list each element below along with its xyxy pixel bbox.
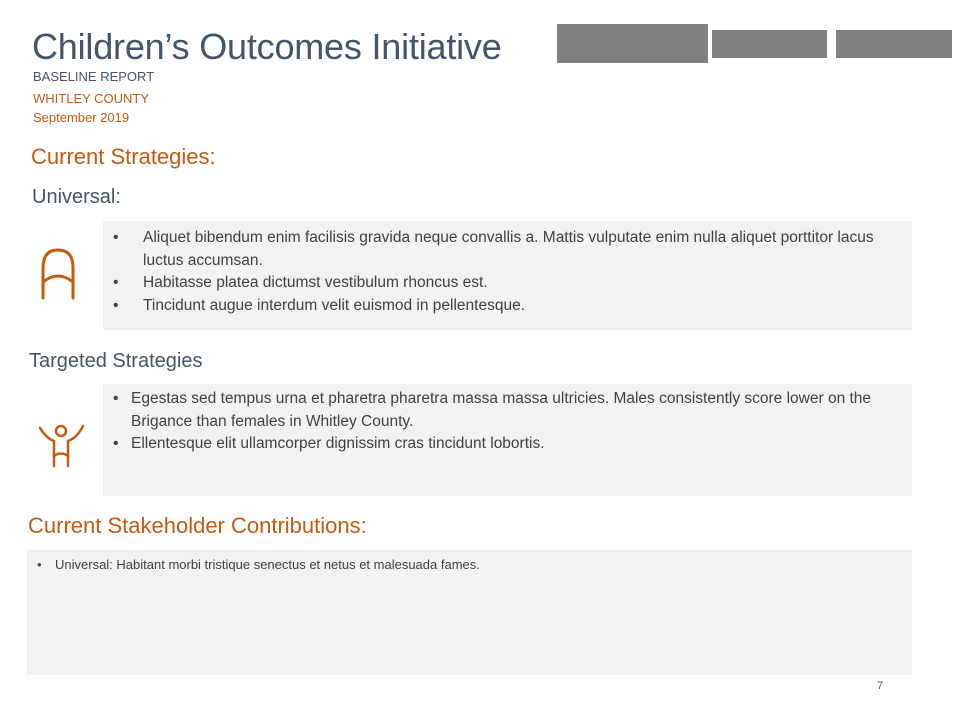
page-number: 7: [877, 680, 884, 692]
list-item: Tincidunt augue interdum velit euismod i…: [113, 295, 893, 318]
targeted-strategies-panel: Egestas sed tempus urna et pharetra phar…: [103, 384, 912, 496]
universal-heading: Universal:: [32, 186, 121, 208]
current-strategies-heading: Current Strategies:: [31, 144, 216, 169]
arch-icon: [41, 248, 75, 300]
county-label: WHITLEY COUNTY: [33, 91, 150, 106]
header-block-2: [712, 30, 827, 58]
stakeholder-contributions-list: Universal: Habitant morbi tristique sene…: [37, 556, 897, 574]
list-item: Universal: Habitant morbi tristique sene…: [37, 556, 897, 574]
report-subtitle: BASELINE REPORT: [33, 69, 155, 84]
report-date: September 2019: [33, 110, 130, 125]
child-arms-up-icon: [38, 424, 85, 468]
stakeholder-contributions-panel: Universal: Habitant morbi tristique sene…: [27, 550, 912, 675]
universal-strategies-panel: Aliquet bibendum enim facilisis gravida …: [103, 221, 912, 330]
targeted-strategies-list: Egestas sed tempus urna et pharetra phar…: [113, 388, 903, 456]
universal-strategies-list: Aliquet bibendum enim facilisis gravida …: [113, 227, 893, 317]
list-item: Habitasse platea dictumst vestibulum rho…: [113, 272, 893, 295]
list-item: Egestas sed tempus urna et pharetra phar…: [113, 388, 903, 433]
page-title: Children’s Outcomes Initiative: [32, 26, 502, 67]
list-item: Aliquet bibendum enim facilisis gravida …: [113, 227, 893, 272]
header-block-1: [557, 24, 708, 63]
targeted-strategies-heading: Targeted Strategies: [29, 350, 203, 372]
stakeholder-contributions-heading: Current Stakeholder Contributions:: [28, 513, 367, 538]
header-block-3: [836, 30, 952, 58]
list-item: Ellentesque elit ullamcorper dignissim c…: [113, 433, 903, 456]
